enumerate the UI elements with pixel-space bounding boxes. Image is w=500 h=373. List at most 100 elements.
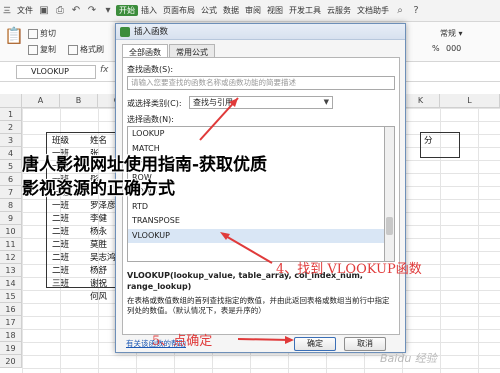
menu-view[interactable]: 视图	[264, 5, 286, 16]
row-header[interactable]: 1	[0, 108, 22, 121]
chevron-down-icon: ▼	[323, 98, 329, 106]
format-painter-label: 格式刷	[80, 45, 104, 54]
header-name-cell[interactable]: 姓名	[90, 134, 107, 146]
name-cell[interactable]: 李健	[90, 212, 107, 224]
copy-icon	[28, 44, 38, 55]
row-header[interactable]: 17	[0, 316, 22, 329]
menu-hamburger[interactable]: 三	[0, 5, 14, 16]
row-header[interactable]: 18	[0, 329, 22, 342]
watermark: Baidu 经验	[380, 352, 437, 365]
paste-icon[interactable]: 📋	[4, 26, 24, 45]
print-icon[interactable]: ⎙	[54, 5, 66, 17]
name-cell[interactable]: 莫胜	[90, 238, 107, 250]
row-header[interactable]: 16	[0, 303, 22, 316]
undo-icon[interactable]: ↶	[70, 5, 82, 17]
class-cell[interactable]: 一班	[52, 199, 69, 211]
cut-label: 剪切	[40, 29, 56, 38]
scissors-icon	[28, 28, 38, 39]
class-cell[interactable]: 二班	[52, 264, 69, 276]
dialog-titlebar[interactable]: 插入函数	[116, 24, 405, 40]
name-box[interactable]: VLOOKUP	[16, 65, 96, 79]
dialog-title: 插入函数	[134, 27, 169, 37]
list-item[interactable]: LOOKUP	[128, 127, 384, 142]
col-header-a[interactable]: A	[22, 94, 60, 108]
headline-line1: 唐人影视网址使用指南-获取优质	[22, 155, 268, 175]
class-cell[interactable]: 二班	[52, 212, 69, 224]
menu-doc-assistant[interactable]: 文档助手	[354, 5, 392, 16]
col-header-k[interactable]: K	[402, 94, 440, 108]
number-format-label: 常规	[440, 29, 456, 38]
row-header[interactable]: 8	[0, 199, 22, 212]
app-logo-icon	[120, 27, 130, 37]
row-header[interactable]: 9	[0, 212, 22, 225]
row-header[interactable]: 13	[0, 264, 22, 277]
class-cell[interactable]: 二班	[52, 238, 69, 250]
class-cell[interactable]: 三班	[52, 277, 69, 289]
list-item-selected[interactable]: VLOOKUP	[128, 228, 384, 243]
category-label: 或选择类别(C):	[127, 99, 182, 108]
class-cell[interactable]: 二班	[52, 225, 69, 237]
row-header[interactable]: 2	[0, 121, 22, 134]
save-icon[interactable]: ▣	[38, 5, 50, 17]
name-cell[interactable]: 罗泽彦	[90, 199, 116, 211]
row-header[interactable]: 12	[0, 251, 22, 264]
function-search-input[interactable]: 请输入您要查找的函数名称或函数功能的简要描述	[127, 76, 395, 90]
help-icon[interactable]: ?	[410, 5, 422, 17]
fx-icon[interactable]: fx	[100, 65, 109, 75]
menu-file[interactable]: 文件	[14, 5, 36, 16]
copy-label: 复制	[40, 45, 56, 54]
row-header[interactable]: 15	[0, 290, 22, 303]
row-header[interactable]: 10	[0, 225, 22, 238]
name-cell[interactable]: 吴志鸿	[90, 251, 116, 263]
copy-button[interactable]: 复制	[28, 44, 56, 55]
list-item[interactable]: TRANSPOSE	[128, 214, 384, 229]
row-header[interactable]: 14	[0, 277, 22, 290]
menu-review[interactable]: 审阅	[242, 5, 264, 16]
step5-annotation: 5、点确定	[152, 334, 213, 349]
search-icon[interactable]: ⌕	[394, 5, 406, 17]
cut-button[interactable]: 剪切	[28, 28, 56, 39]
thousands-icon[interactable]: 000	[446, 44, 461, 53]
headline-line2: 影视资源的正确方式	[22, 179, 175, 199]
ok-button[interactable]: 确定	[294, 337, 336, 351]
row-header[interactable]: 7	[0, 186, 22, 199]
class-cell[interactable]: 二班	[52, 251, 69, 263]
percent-icon[interactable]: %	[432, 44, 440, 53]
name-cell[interactable]: 杨永	[90, 225, 107, 237]
row-header[interactable]: 20	[0, 355, 22, 368]
row-header[interactable]: 4	[0, 147, 22, 160]
menu-developer[interactable]: 开发工具	[286, 5, 324, 16]
dropdown-icon[interactable]: ▾	[102, 5, 114, 17]
name-cell[interactable]: 杨舒	[90, 264, 107, 276]
row-header[interactable]: 19	[0, 342, 22, 355]
number-format-select[interactable]: 常规 ▾	[440, 28, 463, 39]
col-header-l[interactable]: L	[440, 94, 500, 108]
name-cell[interactable]: 谢祝	[90, 277, 107, 289]
row-header[interactable]: 5	[0, 160, 22, 173]
list-item[interactable]: RTD	[128, 200, 384, 215]
function-description: 在表格或数值数组的首列查找指定的数值，并由此返回表格或数组当前行中指定列处的数值…	[127, 296, 390, 315]
select-all-corner[interactable]	[0, 94, 22, 108]
row-header[interactable]: 3	[0, 134, 22, 147]
name-cell[interactable]: 何风	[90, 290, 107, 302]
format-painter-button[interactable]: 格式刷	[68, 44, 104, 55]
category-select[interactable]: 查找与引用 ▼	[189, 96, 333, 109]
menu-page-layout[interactable]: 页面布局	[160, 5, 198, 16]
menu-cloud[interactable]: 云服务	[324, 5, 354, 16]
select-function-label: 选择函数(N):	[127, 115, 174, 124]
redo-icon[interactable]: ↷	[86, 5, 98, 17]
header-class-cell[interactable]: 班级	[52, 134, 69, 146]
step4-annotation: 4、找到 VLOOKUP函数	[276, 262, 422, 277]
menu-insert[interactable]: 插入	[138, 5, 160, 16]
result-header-cell[interactable]: 分	[424, 134, 433, 146]
scroll-thumb[interactable]	[386, 217, 393, 235]
menu-home[interactable]: 开始	[116, 5, 138, 16]
row-header[interactable]: 6	[0, 173, 22, 186]
search-label: 查找函数(S):	[127, 65, 174, 74]
menu-data[interactable]: 数据	[220, 5, 242, 16]
cancel-button[interactable]: 取消	[344, 337, 386, 351]
row-header[interactable]: 11	[0, 238, 22, 251]
menu-formulas[interactable]: 公式	[198, 5, 220, 16]
function-list-scrollbar[interactable]	[385, 126, 395, 262]
col-header-b[interactable]: B	[60, 94, 98, 108]
